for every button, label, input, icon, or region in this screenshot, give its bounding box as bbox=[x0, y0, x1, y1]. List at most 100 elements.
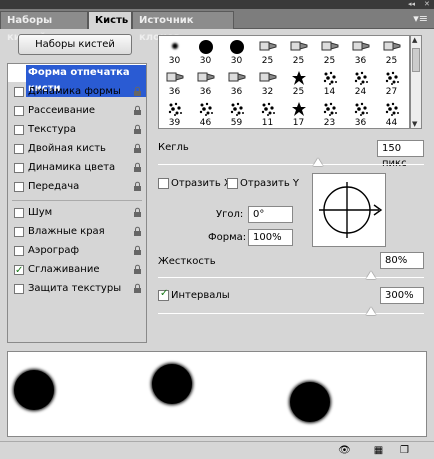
flip-y-checkbox[interactable] bbox=[227, 178, 238, 189]
lock-icon[interactable] bbox=[133, 245, 142, 256]
scroll-down-icon[interactable]: ▼ bbox=[412, 120, 417, 128]
brush-tip-cell[interactable]: 30 bbox=[190, 36, 221, 67]
checkbox[interactable] bbox=[14, 284, 24, 294]
lock-icon[interactable] bbox=[133, 124, 142, 135]
brush-presets-button[interactable]: Наборы кистей bbox=[18, 34, 132, 55]
roundness-field[interactable]: 100% bbox=[248, 229, 293, 246]
lock-icon[interactable] bbox=[133, 283, 142, 294]
brush-tip-cell[interactable]: 27 bbox=[376, 67, 407, 98]
list-item-dual-brush[interactable]: Двойная кисть bbox=[8, 140, 146, 158]
brush-tip-cell[interactable]: 14 bbox=[314, 67, 345, 98]
tab-clone-source[interactable]: Источник клонов bbox=[132, 11, 234, 43]
brush-tip-cell[interactable]: 25 bbox=[314, 36, 345, 67]
size-field[interactable]: 150 пикс bbox=[377, 140, 424, 169]
angle-roundness-widget[interactable] bbox=[312, 173, 386, 247]
brush-tip-cell[interactable]: 36 bbox=[159, 67, 190, 98]
checkbox[interactable] bbox=[14, 106, 24, 116]
brush-tip-cell[interactable]: 17 bbox=[283, 98, 314, 128]
brush-tip-cell[interactable]: 25 bbox=[376, 36, 407, 67]
hardness-label: Жесткость bbox=[158, 256, 216, 267]
tab-brush-presets[interactable]: Наборы кистей bbox=[0, 11, 88, 43]
checkbox[interactable] bbox=[14, 208, 24, 218]
angle-crosshair-icon[interactable] bbox=[313, 174, 385, 246]
hardness-slider-thumb[interactable] bbox=[365, 271, 376, 279]
checkbox[interactable] bbox=[14, 262, 24, 280]
brush-tip-cell[interactable]: 46 bbox=[190, 98, 221, 128]
brush-tip-cell[interactable]: 30 bbox=[159, 36, 190, 67]
spacing-field[interactable]: 300% bbox=[380, 287, 424, 304]
brush-tip-cell[interactable]: 39 bbox=[159, 98, 190, 128]
panel-menu-icon[interactable]: ▾≡ bbox=[413, 12, 428, 25]
checkbox[interactable] bbox=[14, 163, 24, 173]
checkbox[interactable] bbox=[14, 87, 24, 97]
spacing-slider-thumb[interactable] bbox=[365, 307, 376, 315]
flip-x-checkbox[interactable] bbox=[158, 178, 169, 189]
double-arrow-icon[interactable]: ◂◂ bbox=[408, 0, 415, 9]
spacing-slider-track[interactable] bbox=[158, 313, 424, 314]
lock-icon[interactable] bbox=[133, 162, 142, 173]
brush-tip-cell[interactable]: 59 bbox=[221, 98, 252, 128]
spacing-label: Интервалы bbox=[171, 290, 230, 301]
brush-tip-cell[interactable]: 32 bbox=[252, 67, 283, 98]
angle-field[interactable]: 0° bbox=[248, 206, 293, 223]
lock-icon[interactable] bbox=[133, 143, 142, 154]
list-item-smoothing[interactable]: Сглаживание bbox=[8, 261, 146, 280]
lock-icon[interactable] bbox=[133, 264, 142, 275]
brush-tip-cell[interactable]: 36 bbox=[345, 36, 376, 67]
lock-icon[interactable] bbox=[133, 105, 142, 116]
brush-tip-cell[interactable]: 23 bbox=[314, 98, 345, 128]
new-preset-icon[interactable]: ▦ bbox=[372, 445, 385, 457]
brush-tip-cell[interactable]: 25 bbox=[252, 36, 283, 67]
list-item-transfer[interactable]: Передача bbox=[8, 178, 146, 196]
checkbox[interactable] bbox=[14, 125, 24, 135]
size-slider-thumb[interactable] bbox=[312, 158, 323, 166]
list-item-airbrush[interactable]: Аэрограф bbox=[8, 242, 146, 260]
brush-tip-cell[interactable]: 36 bbox=[190, 67, 221, 98]
grid-scrollbar[interactable]: ▲ ▼ bbox=[410, 35, 422, 129]
list-item-label: Сглаживание bbox=[28, 264, 100, 275]
list-item-protect-texture[interactable]: Защита текстуры bbox=[8, 280, 146, 298]
brush-tip-icon bbox=[197, 72, 214, 82]
list-item-noise[interactable]: Шум bbox=[8, 204, 146, 222]
lock-icon[interactable] bbox=[133, 226, 142, 237]
brush-tip-cell[interactable]: 11 bbox=[252, 98, 283, 128]
list-item-scattering[interactable]: Рассеивание bbox=[8, 102, 146, 120]
hardness-slider-track[interactable] bbox=[158, 277, 424, 278]
brush-size-label: 36 bbox=[354, 118, 367, 128]
brush-settings-list: Форма отпечатка кисти Динамика формы Рас… bbox=[7, 63, 147, 343]
list-item-brush-tip-shape[interactable]: Форма отпечатка кисти bbox=[8, 64, 146, 97]
checkbox[interactable] bbox=[14, 227, 24, 237]
brush-tip-cell[interactable]: 25 bbox=[283, 67, 314, 98]
scroll-thumb[interactable] bbox=[412, 48, 420, 72]
brush-tip-cell[interactable]: 25 bbox=[283, 36, 314, 67]
list-item-shape-dynamics[interactable]: Динамика формы bbox=[8, 83, 146, 101]
scroll-up-icon[interactable]: ▲ bbox=[412, 36, 417, 44]
checkbox[interactable] bbox=[14, 144, 24, 154]
brush-tip-cell[interactable]: 24 bbox=[345, 67, 376, 98]
list-item-texture[interactable]: Текстура bbox=[8, 121, 146, 139]
lock-icon[interactable] bbox=[133, 181, 142, 192]
checkbox[interactable] bbox=[14, 246, 24, 256]
new-page-icon[interactable]: ❐ bbox=[398, 445, 411, 457]
hardness-field[interactable]: 80% bbox=[380, 252, 424, 269]
checkbox[interactable] bbox=[14, 182, 24, 192]
tab-label: Кисть bbox=[95, 15, 129, 26]
list-item-wet-edges[interactable]: Влажные края bbox=[8, 223, 146, 241]
spacing-checkbox[interactable] bbox=[158, 288, 169, 301]
size-slider-track[interactable] bbox=[158, 164, 424, 165]
brush-tip-cell[interactable]: 36 bbox=[221, 67, 252, 98]
panel-titlebar: ◂◂ ✕ bbox=[0, 0, 434, 9]
brush-tip-icon bbox=[166, 72, 183, 82]
close-icon[interactable]: ✕ bbox=[424, 0, 430, 9]
spray-brush-icon bbox=[354, 71, 368, 85]
brush-tip-cell[interactable]: 44 bbox=[376, 98, 407, 128]
brush-tip-cell[interactable]: 36 bbox=[345, 98, 376, 128]
lock-icon[interactable] bbox=[133, 86, 142, 97]
brush-tip-cell[interactable]: 30 bbox=[221, 36, 252, 67]
spray-brush-icon bbox=[385, 102, 399, 116]
tab-brush[interactable]: Кисть bbox=[88, 11, 132, 29]
list-item-color-dynamics[interactable]: Динамика цвета bbox=[8, 159, 146, 177]
brush-size-label: 17 bbox=[292, 118, 305, 128]
eye-icon[interactable]: 👁 bbox=[338, 445, 351, 457]
lock-icon[interactable] bbox=[133, 207, 142, 218]
